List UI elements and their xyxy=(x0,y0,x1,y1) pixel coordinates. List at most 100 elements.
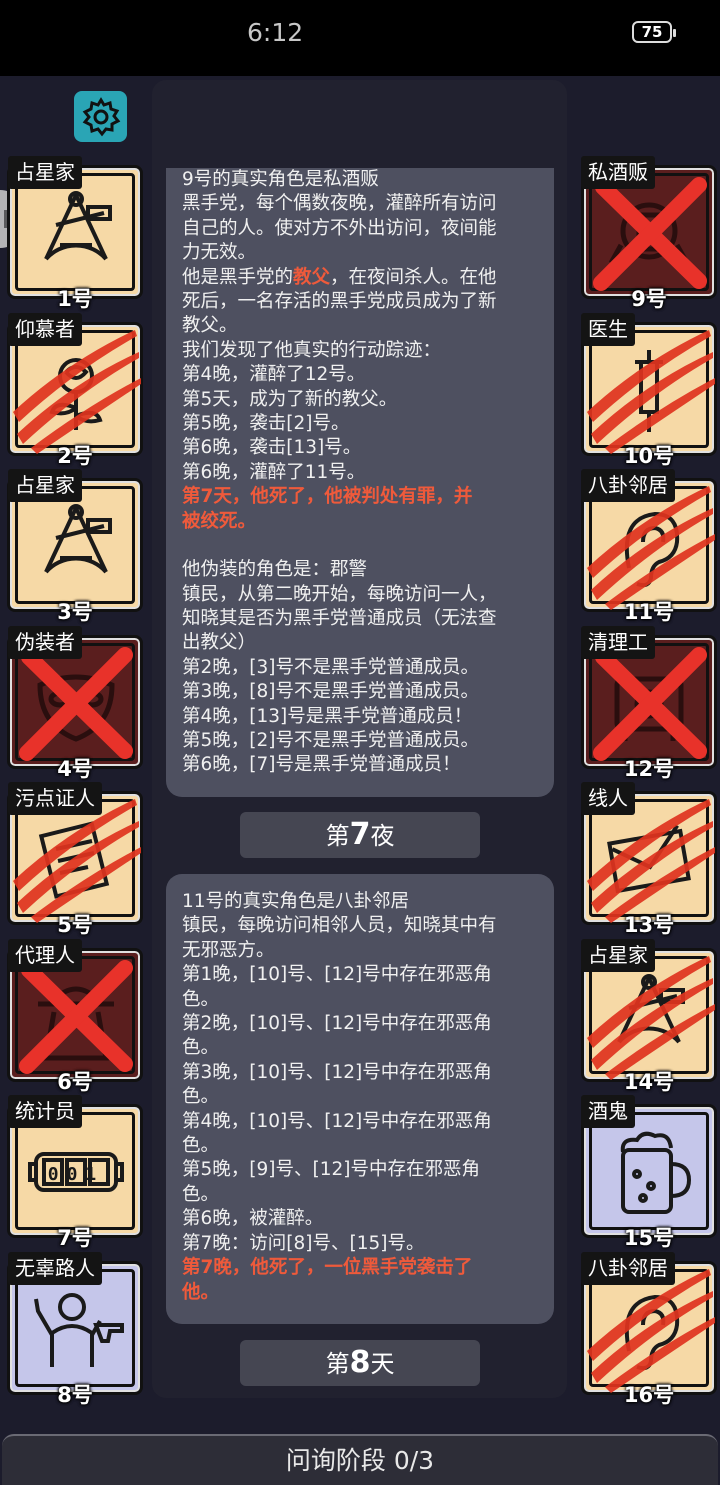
log-line: 第5晚，[2]号不是黑手党普通成员。 xyxy=(182,729,479,751)
clock: 6:12 xyxy=(247,18,304,47)
player-seat-14[interactable]: 占星家 14号 xyxy=(577,939,717,1094)
log-line: 色。 xyxy=(182,1037,220,1059)
player-seat-15[interactable]: 酒鬼 15号 xyxy=(577,1095,717,1250)
seat-number: 5号 xyxy=(57,913,93,937)
player-seat-3[interactable]: 占星家 3号 xyxy=(0,469,143,624)
seat-number: 16号 xyxy=(623,1383,675,1407)
player-seat-9[interactable]: 私酒贩 9号 xyxy=(577,156,717,311)
log-entry-card: 11号的真实角色是八卦邻居 镇民，每晚访问相邻人员，知晓其中有 无邪恶方。 第1… xyxy=(166,874,554,1324)
death-line: 第7天，他死了，他被判处有罪，并 xyxy=(182,486,473,508)
player-seat-12[interactable]: 清理工 12号 xyxy=(577,626,717,781)
log-line: 色。 xyxy=(182,1135,220,1157)
player-seat-10[interactable]: 医生 10号 xyxy=(577,313,717,468)
log-line: 镇民，每晚访问相邻人员，知晓其中有 xyxy=(182,915,497,937)
log-text: 他是黑手党的 xyxy=(182,266,294,288)
log-line: 第5天，成为了新的教父。 xyxy=(182,388,398,410)
role-label: 医生 xyxy=(581,313,635,346)
player-seat-6[interactable]: 代理人 6号 xyxy=(0,939,143,1094)
role-label: 污点证人 xyxy=(8,782,102,815)
seat-number: 12号 xyxy=(623,757,675,781)
seat-number: 10号 xyxy=(623,444,675,468)
death-line: 第7晚，他死了，一位黑手党袭击了 xyxy=(182,1257,473,1279)
log-line: 第2晚，[10]号、[12]号中存在邪恶角 xyxy=(182,1013,492,1035)
log-line: 色。 xyxy=(182,988,220,1010)
battery-icon: 75 xyxy=(632,21,676,43)
log-line: 第6晚，灌醉了11号。 xyxy=(182,461,366,483)
log-line: 黑手党，每个偶数夜晚，灌醉所有访问 xyxy=(182,193,497,215)
player-seat-13[interactable]: 线人 13号 xyxy=(577,782,717,937)
player-seat-5[interactable]: 污点证人 5号 xyxy=(0,782,143,937)
seat-number: 6号 xyxy=(57,1070,93,1094)
seat-number: 8号 xyxy=(57,1383,93,1407)
phase-bar[interactable]: 问询阶段 0/3 xyxy=(2,1434,718,1485)
role-label: 占星家 xyxy=(581,939,655,972)
settings-button[interactable] xyxy=(74,91,127,142)
role-label: 酒鬼 xyxy=(581,1095,635,1128)
player-seat-8[interactable]: 无辜路人 8号 xyxy=(0,1252,143,1407)
seat-number: 13号 xyxy=(623,913,675,937)
seat-number: 9号 xyxy=(631,287,667,311)
player-seat-11[interactable]: 八卦邻居 11号 xyxy=(577,469,717,624)
role-label: 占星家 xyxy=(8,469,82,502)
counter-digits: 001 xyxy=(48,1164,105,1185)
day-header: 第8天 xyxy=(240,1340,480,1386)
player-seat-1[interactable]: 占星家 1号 xyxy=(0,156,143,311)
log-line: 色。 xyxy=(182,1183,220,1205)
log-line: 自己的人。使对方不外出访问，夜间能 xyxy=(182,217,497,239)
seat-number: 4号 xyxy=(57,757,93,781)
role-label: 私酒贩 xyxy=(581,156,655,189)
status-bar: 6:12 75 xyxy=(0,0,720,76)
log-line: 第4晚，[13]号是黑手党普通成员！ xyxy=(182,705,473,727)
log-entry-card: 9号的真实角色是私酒贩 黑手党，每个偶数夜晚，灌醉所有访问 自己的人。使对方不外… xyxy=(166,168,554,797)
log-line: 第6晚，袭击[13]号。 xyxy=(182,437,362,459)
seat-number: 14号 xyxy=(623,1070,675,1094)
log-line: 第7晚：访问[8]号、[15]号。 xyxy=(182,1232,425,1254)
counter-icon: 001 xyxy=(28,1152,124,1192)
role-label: 统计员 xyxy=(8,1095,82,1128)
header-suffix: 夜 xyxy=(370,822,395,850)
log-line: 第6晚，被灌醉。 xyxy=(182,1208,324,1230)
seat-number: 15号 xyxy=(623,1226,675,1250)
role-label: 无辜路人 xyxy=(8,1252,102,1285)
log-line: 第3晚，[10]号、[12]号中存在邪恶角 xyxy=(182,1061,492,1083)
role-label: 仰慕者 xyxy=(8,313,82,346)
player-seat-4[interactable]: 伪装者 4号 xyxy=(0,626,143,781)
log-line: 死后，一名存活的黑手党成员成为了新 xyxy=(182,291,497,313)
role-label: 占星家 xyxy=(8,156,82,189)
player-seat-2[interactable]: 仰慕者 2号 xyxy=(0,313,143,468)
sextant-icon xyxy=(44,191,112,261)
log-line: 第5晚，袭击[2]号。 xyxy=(182,413,350,435)
role-label: 八卦邻居 xyxy=(581,469,675,502)
highlight-text: 教父 xyxy=(293,266,331,288)
role-label: 代理人 xyxy=(8,939,82,972)
log-line: 11号的真实角色是八卦邻居 xyxy=(182,891,410,912)
log-line: 镇民，从第二晚开始，每晚访问一人， xyxy=(182,583,497,605)
player-seat-7[interactable]: 001 统计员 7号 xyxy=(0,1095,143,1250)
death-line: 他。 xyxy=(182,1281,220,1303)
log-line: 知晓其是否为黑手党普通成员（无法查 xyxy=(182,607,497,629)
header-suffix: 天 xyxy=(370,1350,395,1378)
seat-number: 1号 xyxy=(57,287,93,311)
player-seat-16[interactable]: 八卦邻居 16号 xyxy=(577,1252,717,1407)
hostage-icon xyxy=(34,1293,124,1367)
log-line: 他是黑手党的教父，在夜间杀人。在他 xyxy=(182,266,540,290)
header-prefix: 第 xyxy=(325,822,350,850)
header-number: 8 xyxy=(349,1345,371,1380)
log-line: 色。 xyxy=(182,1086,220,1108)
log-line: 第2晚，[3]号不是黑手党普通成员。 xyxy=(182,656,479,678)
log-line: 第6晚，[7]号是黑手党普通成员！ xyxy=(182,754,461,776)
log-text: ，在夜间杀人。在他 xyxy=(330,266,497,288)
log-line: 无邪恶方。 xyxy=(182,939,275,961)
log-line: 教父。 xyxy=(182,315,238,337)
log-line: 9号的真实角色是私酒贩 xyxy=(182,169,379,190)
log-line: 第4晚，[10]号、[12]号中存在邪恶角 xyxy=(182,1110,492,1132)
seat-number: 3号 xyxy=(57,600,93,624)
seat-number: 7号 xyxy=(57,1226,93,1250)
log-line: 力无效。 xyxy=(182,242,257,264)
log-line: 我们发现了他真实的行动踪迹： xyxy=(182,339,442,361)
seat-number: 2号 xyxy=(57,444,93,468)
death-line: 被绞死。 xyxy=(182,510,257,532)
role-label: 伪装者 xyxy=(8,626,82,659)
log-line: 第1晚，[10]号、[12]号中存在邪恶角 xyxy=(182,964,492,986)
gear-icon xyxy=(82,96,120,136)
